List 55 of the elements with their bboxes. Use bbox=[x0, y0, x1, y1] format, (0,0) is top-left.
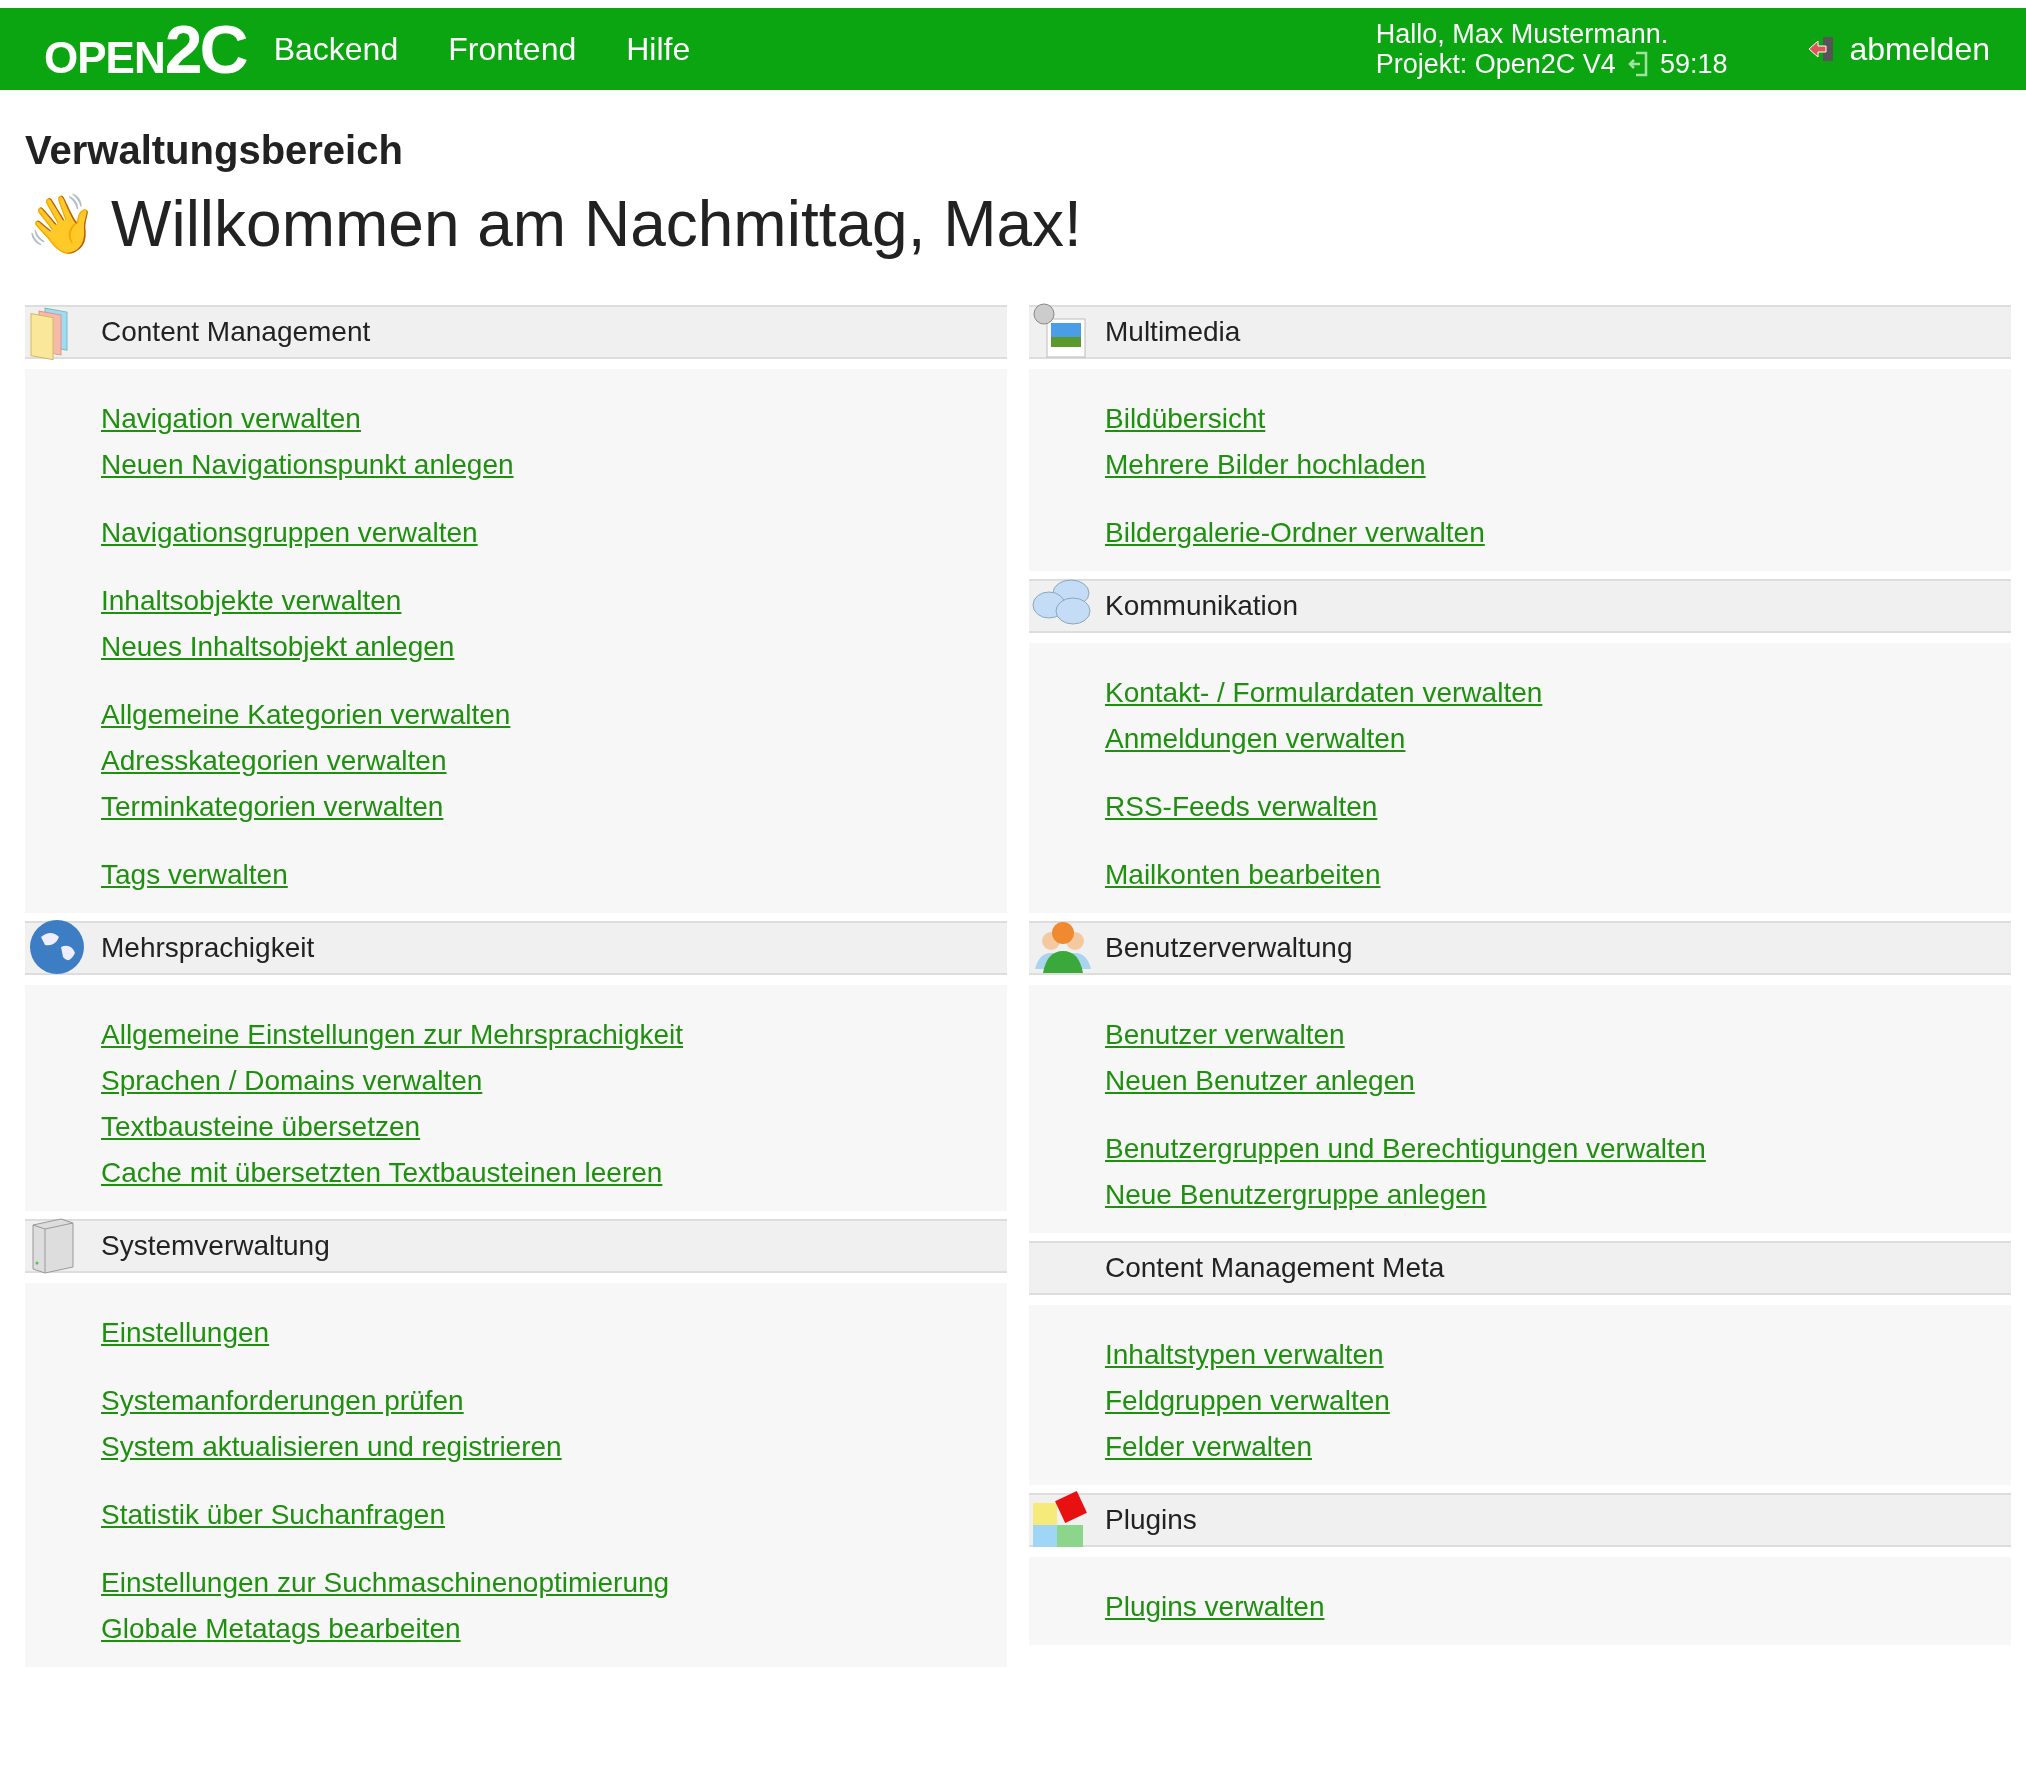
admin-link[interactable]: Neues Inhaltsobjekt anlegen bbox=[101, 629, 455, 665]
exit-icon bbox=[1627, 51, 1648, 77]
admin-link[interactable]: Navigation verwalten bbox=[101, 401, 361, 437]
welcome-heading: Willkommen am Nachmittag, Max! bbox=[111, 187, 1082, 261]
waving-hand-icon: 👋 bbox=[25, 190, 97, 258]
admin-link[interactable]: Inhaltstypen verwalten bbox=[1105, 1337, 1384, 1373]
admin-link[interactable]: Statistik über Suchanfragen bbox=[101, 1497, 445, 1533]
admin-link[interactable]: Neuen Navigationspunkt anlegen bbox=[101, 447, 514, 483]
admin-link[interactable]: Einstellungen bbox=[101, 1315, 270, 1351]
section-title: Content Management bbox=[101, 316, 371, 348]
section-title: Content Management Meta bbox=[1105, 1252, 1445, 1284]
admin-link[interactable]: Bildübersicht bbox=[1105, 401, 1266, 437]
admin-link[interactable]: System aktualisieren und registrieren bbox=[101, 1429, 562, 1465]
admin-link[interactable]: Allgemeine Kategorien verwalten bbox=[101, 697, 511, 733]
admin-link[interactable]: Sprachen / Domains verwalten bbox=[101, 1063, 483, 1099]
section-title: Mehrsprachigkeit bbox=[101, 932, 315, 964]
section-title: Kommunikation bbox=[1105, 590, 1298, 622]
project-name: Projekt: Open2C V4 bbox=[1375, 49, 1616, 79]
admin-link[interactable]: Tags verwalten bbox=[101, 857, 288, 893]
admin-link[interactable]: Anmeldungen verwalten bbox=[1105, 721, 1406, 757]
admin-link[interactable]: Feldgruppen verwalten bbox=[1105, 1383, 1390, 1419]
admin-link[interactable]: Bildergalerie-Ordner verwalten bbox=[1105, 515, 1485, 551]
admin-link[interactable]: Textbausteine übersetzen bbox=[101, 1109, 421, 1145]
session-timer: 59:18 bbox=[1659, 49, 1728, 79]
nav-link[interactable]: Hilfe bbox=[626, 30, 691, 68]
admin-link[interactable]: Neue Benutzergruppe anlegen bbox=[1105, 1177, 1487, 1213]
admin-link[interactable]: Plugins verwalten bbox=[1105, 1589, 1325, 1625]
section-title: Benutzerverwaltung bbox=[1105, 932, 1353, 964]
admin-link[interactable]: RSS-Feeds verwalten bbox=[1105, 789, 1378, 825]
admin-link[interactable]: Allgemeine Einstellungen zur Mehrsprachigkeit bbox=[101, 1017, 684, 1053]
admin-link[interactable]: Benutzer verwalten bbox=[1105, 1017, 1345, 1053]
admin-link[interactable]: Neuen Benutzer anlegen bbox=[1105, 1063, 1415, 1099]
section-title: Plugins bbox=[1105, 1504, 1197, 1536]
admin-link[interactable]: Navigationsgruppen verwalten bbox=[101, 515, 478, 551]
section-title: Multimedia bbox=[1105, 316, 1241, 348]
admin-link[interactable]: Mehrere Bilder hochladen bbox=[1105, 447, 1426, 483]
admin-link[interactable]: Einstellungen zur Suchmaschinenoptimierung bbox=[101, 1565, 670, 1601]
page-title: Verwaltungsbereich bbox=[25, 128, 404, 173]
logout-link[interactable]: abmelden bbox=[1807, 30, 1990, 68]
globe-icon bbox=[27, 917, 87, 977]
logo: OPEN2C bbox=[44, 15, 246, 83]
admin-link[interactable]: Adresskategorien verwalten bbox=[101, 743, 447, 779]
admin-link[interactable]: Kontakt- / Formulardaten verwalten bbox=[1105, 675, 1543, 711]
greeting: Hallo, Max Mustermann. bbox=[1375, 19, 1670, 49]
admin-link[interactable]: Systemanforderungen prüfen bbox=[101, 1383, 464, 1419]
admin-link[interactable]: Cache mit übersetzten Textbausteinen leeren bbox=[101, 1155, 663, 1191]
admin-link[interactable]: Felder verwalten bbox=[1105, 1429, 1312, 1465]
admin-link[interactable]: Inhaltsobjekte verwalten bbox=[101, 583, 402, 619]
admin-link[interactable]: Terminkategorien verwalten bbox=[101, 789, 444, 825]
admin-link[interactable]: Benutzergruppen und Berechtigungen verwalten bbox=[1105, 1131, 1706, 1167]
admin-link[interactable]: Globale Metatags bearbeiten bbox=[101, 1611, 461, 1647]
section-title: Systemverwaltung bbox=[101, 1230, 330, 1262]
nav-link[interactable]: Frontend bbox=[448, 30, 577, 68]
admin-link[interactable]: Mailkonten bearbeiten bbox=[1105, 857, 1381, 893]
nav-link[interactable]: Backend bbox=[273, 30, 399, 68]
